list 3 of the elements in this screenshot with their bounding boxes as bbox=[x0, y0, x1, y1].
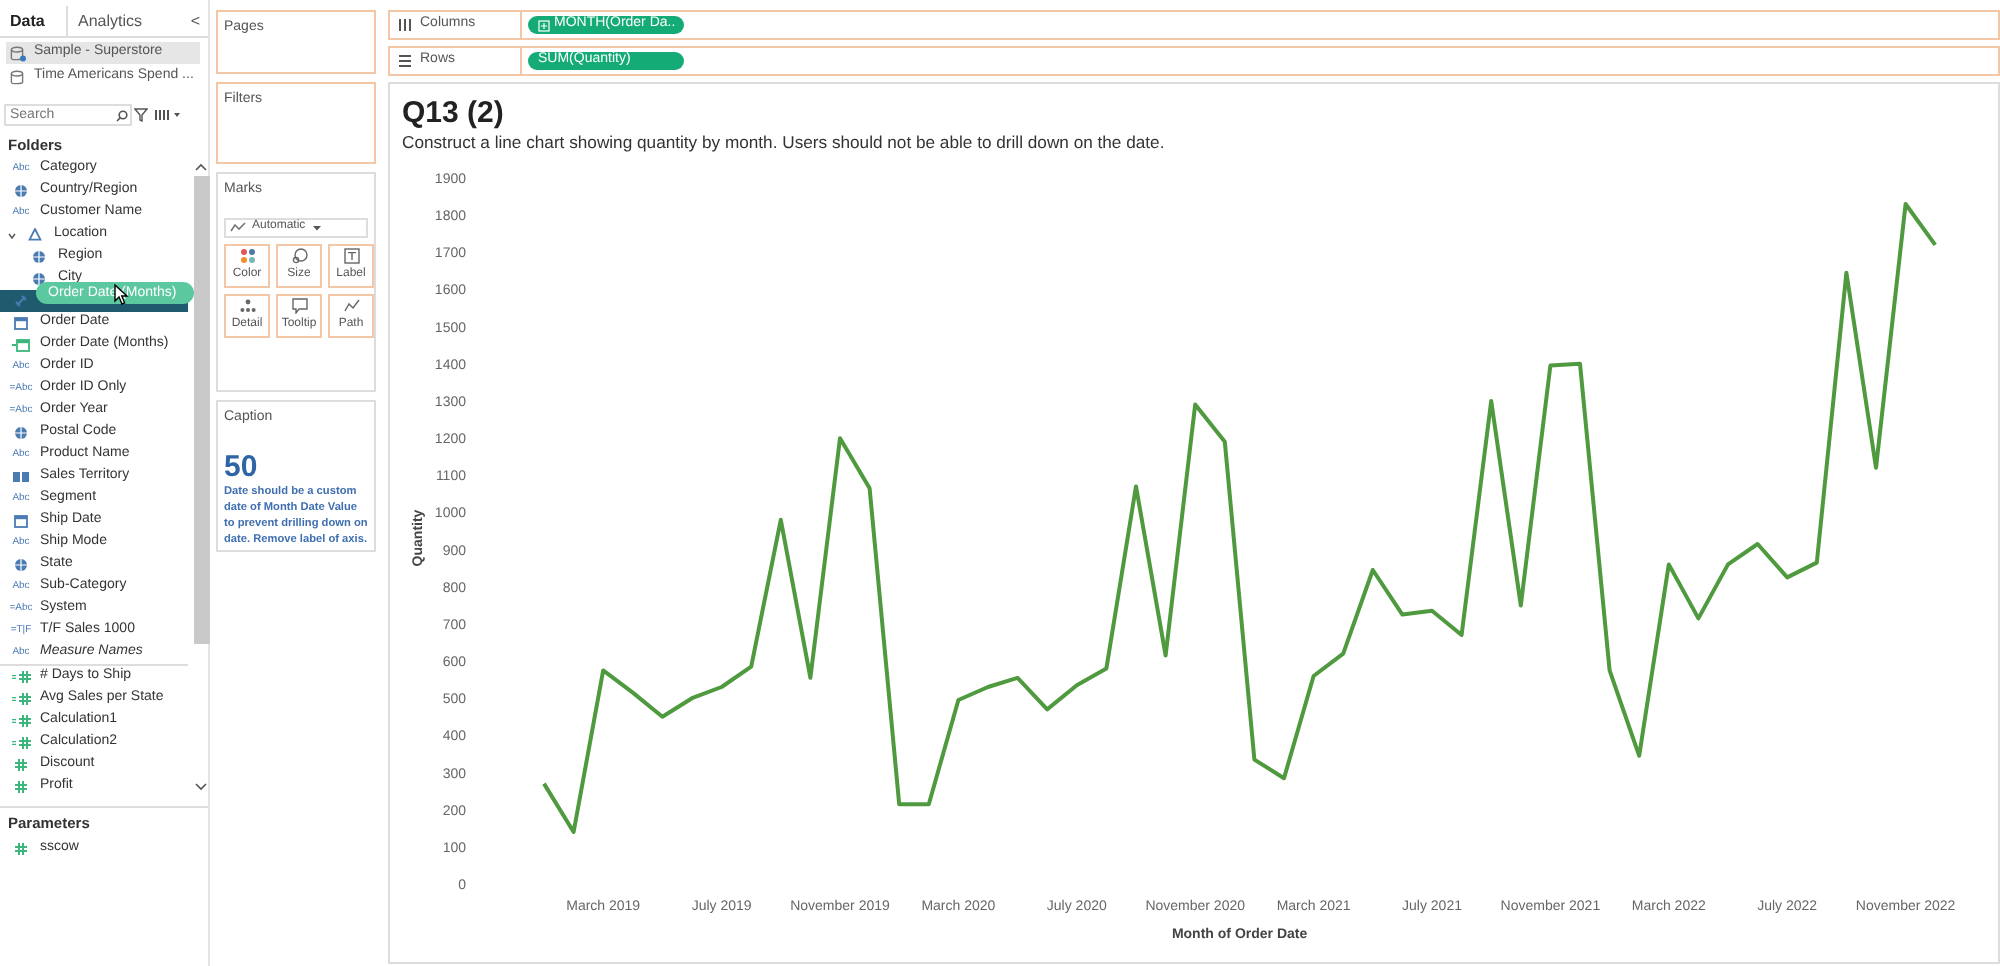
sheet-subtitle: Construct a line chart showing quantity by month. Users should not be able to drill down on the date. bbox=[402, 132, 1167, 154]
sheet-title: Q13 (2) bbox=[402, 98, 506, 130]
caption-number: 50 bbox=[224, 451, 260, 483]
